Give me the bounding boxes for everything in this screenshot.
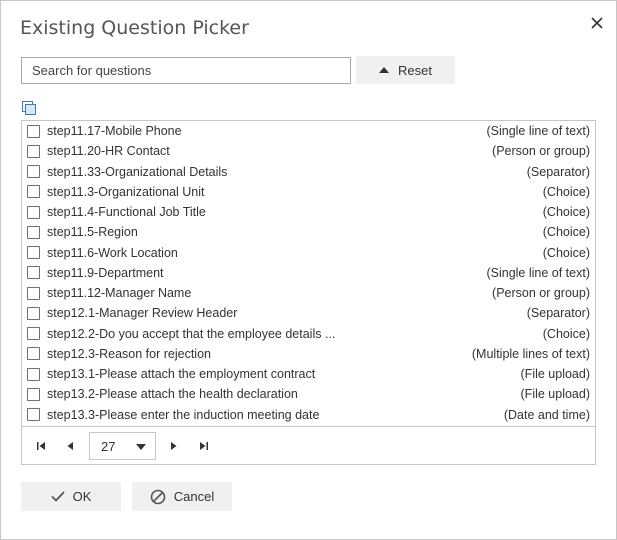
question-row[interactable]: step13.2-Please attach the health declar… (22, 384, 595, 404)
question-label: step12.3-Reason for rejection (47, 346, 211, 361)
next-page-icon (171, 442, 177, 450)
question-checkbox[interactable] (27, 367, 40, 381)
question-checkbox[interactable] (27, 306, 40, 320)
question-checkbox[interactable] (27, 266, 40, 280)
pager: 27 (22, 426, 595, 464)
prev-page-icon (67, 442, 73, 450)
question-label: step11.17-Mobile Phone (47, 124, 182, 139)
question-type: (Separator) (526, 306, 590, 321)
question-type: (Date and time) (503, 407, 590, 422)
questions-grid: step11.17-Mobile Phone (Single line of t… (21, 120, 596, 465)
question-checkbox[interactable] (27, 124, 40, 138)
question-type: (Choice) (542, 225, 590, 240)
question-label: step11.20-HR Contact (47, 144, 170, 159)
ok-button[interactable]: OK (21, 482, 121, 511)
cancel-circle-icon (150, 489, 166, 504)
question-checkbox[interactable] (27, 205, 40, 219)
question-label: step13.2-Please attach the health declar… (47, 387, 298, 402)
question-row[interactable]: step11.9-Department (Single line of text… (22, 263, 595, 283)
question-row[interactable]: step12.3-Reason for rejection (Multiple … (22, 344, 595, 364)
reset-label: Reset (398, 62, 432, 78)
question-row[interactable]: step11.3-Organizational Unit (Choice) (22, 182, 595, 202)
cancel-label: Cancel (173, 489, 215, 504)
question-type: (Single line of text) (486, 265, 590, 280)
question-label: step11.12-Manager Name (47, 286, 192, 301)
question-label: step11.6-Work Location (47, 245, 178, 260)
question-label: step13.1-Please attach the employment co… (47, 367, 316, 382)
question-checkbox[interactable] (27, 408, 40, 422)
dialog-title: Existing Question Picker (20, 17, 249, 39)
question-type: (Choice) (542, 205, 590, 220)
page-select-value: 27 (101, 438, 116, 454)
page-select[interactable]: 27 (89, 432, 156, 460)
question-row[interactable]: step11.12-Manager Name (Person or group) (22, 283, 595, 303)
first-page-button[interactable] (34, 439, 48, 453)
question-label: step11.9-Department (47, 265, 164, 280)
question-label: step11.4-Functional Job Title (47, 205, 206, 220)
ok-label: OK (72, 489, 92, 504)
cancel-button[interactable]: Cancel (132, 482, 232, 511)
close-button[interactable] (587, 13, 607, 33)
chevron-down-icon (136, 444, 146, 450)
question-row[interactable]: step11.33-Organizational Details (Separa… (22, 162, 595, 182)
question-checkbox[interactable] (27, 347, 40, 361)
search-input[interactable] (21, 57, 351, 84)
question-row[interactable]: step11.20-HR Contact (Person or group) (22, 141, 595, 161)
question-checkbox[interactable] (27, 144, 40, 158)
question-label: step11.3-Organizational Unit (47, 184, 205, 199)
next-page-button[interactable] (167, 439, 181, 453)
copy-stack-icon (22, 101, 36, 115)
question-checkbox[interactable] (27, 225, 40, 239)
last-page-button[interactable] (197, 439, 211, 453)
select-all-button[interactable] (21, 100, 37, 116)
question-checkbox[interactable] (27, 327, 40, 341)
question-type: (Single line of text) (486, 124, 590, 139)
question-type: (File upload) (520, 387, 590, 402)
question-label: step12.2-Do you accept that the employee… (47, 326, 336, 341)
question-type: (File upload) (520, 367, 590, 382)
question-label: step13.3-Please enter the induction meet… (47, 407, 320, 422)
question-picker-dialog: Existing Question Picker Reset step11.17… (0, 0, 617, 540)
question-row[interactable]: step11.6-Work Location (Choice) (22, 243, 595, 263)
first-page-icon (37, 442, 45, 450)
question-row[interactable]: step13.3-Please enter the induction meet… (22, 405, 595, 425)
question-checkbox[interactable] (27, 246, 40, 260)
question-label: step11.33-Organizational Details (47, 164, 228, 179)
question-label: step11.5-Region (47, 225, 138, 240)
question-checkbox[interactable] (27, 286, 40, 300)
question-checkbox[interactable] (27, 185, 40, 199)
question-row[interactable]: step12.2-Do you accept that the employee… (22, 324, 595, 344)
question-type: (Choice) (542, 184, 590, 199)
question-type: (Multiple lines of text) (471, 346, 590, 361)
check-icon (50, 491, 65, 502)
caret-up-icon (379, 67, 390, 73)
question-type: (Person or group) (492, 286, 590, 301)
question-row[interactable]: step11.17-Mobile Phone (Single line of t… (22, 121, 595, 141)
question-row[interactable]: step13.1-Please attach the employment co… (22, 364, 595, 384)
question-row[interactable]: step11.4-Functional Job Title (Choice) (22, 202, 595, 222)
prev-page-button[interactable] (63, 439, 77, 453)
question-type: (Separator) (526, 164, 590, 179)
question-row[interactable]: step12.1-Manager Review Header (Separato… (22, 303, 595, 323)
question-checkbox[interactable] (27, 165, 40, 179)
last-page-icon (200, 442, 208, 450)
question-checkbox[interactable] (27, 387, 40, 401)
question-type: (Person or group) (492, 144, 590, 159)
question-type: (Choice) (542, 326, 590, 341)
reset-button[interactable]: Reset (356, 56, 455, 84)
close-icon (591, 17, 603, 29)
question-row[interactable]: step11.5-Region (Choice) (22, 222, 595, 242)
question-label: step12.1-Manager Review Header (47, 306, 238, 321)
question-type: (Choice) (542, 245, 590, 260)
questions-list: step11.17-Mobile Phone (Single line of t… (22, 121, 595, 425)
